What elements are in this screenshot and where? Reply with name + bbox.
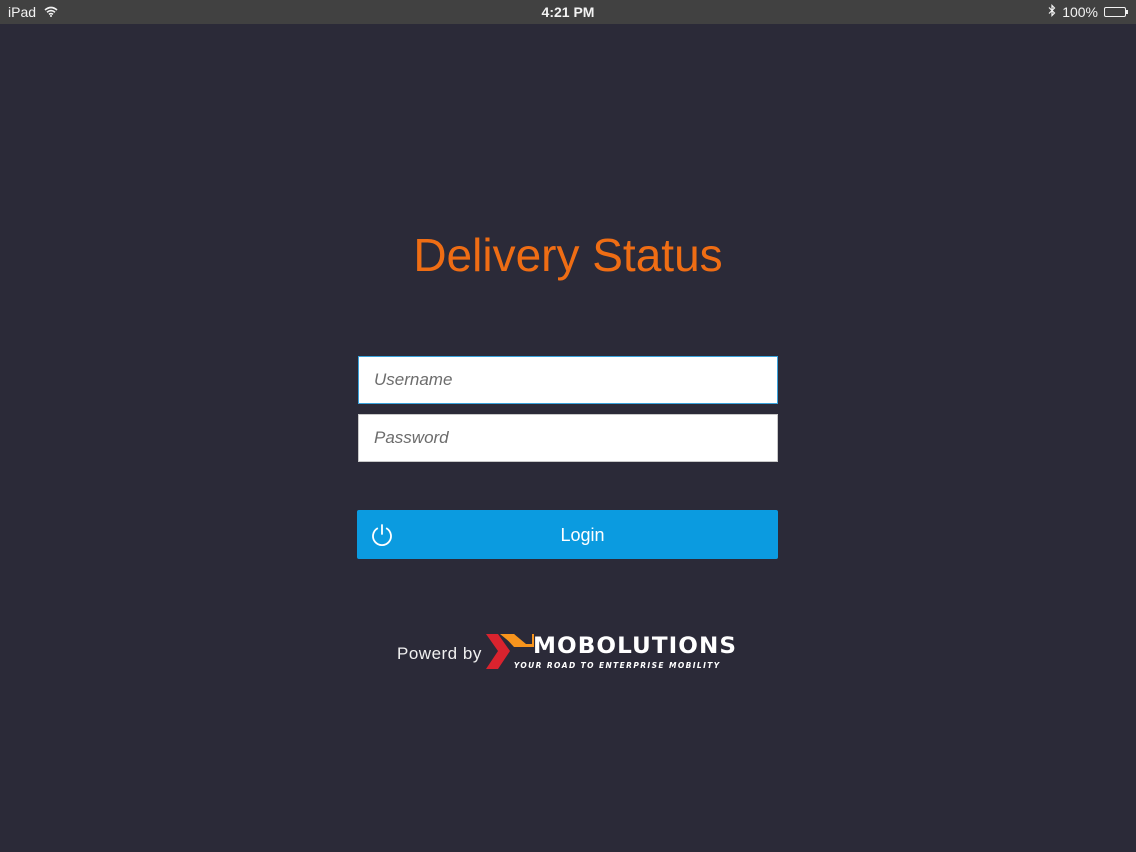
logo-brand: MOBOLUTIONS xyxy=(532,634,737,659)
powered-by-text: Powerd by xyxy=(397,644,482,663)
status-bar: iPad 4:21 PM 100% xyxy=(0,0,1136,24)
username-field[interactable] xyxy=(358,356,778,404)
mobolutions-logo: MOBOLUTIONS YOUR ROAD TO ENTERPRISE MOBI… xyxy=(485,634,741,672)
battery-percent: 100% xyxy=(1062,4,1098,20)
login-label: Login xyxy=(560,525,605,545)
app-title: Delivery Status xyxy=(413,229,723,281)
logo-tagline: YOUR ROAD TO ENTERPRISE MOBILITY xyxy=(513,661,721,670)
battery-icon xyxy=(1104,7,1128,17)
status-right: 100% xyxy=(1048,4,1128,20)
status-time: 4:21 PM xyxy=(541,4,595,20)
powered-by: Powerd by MOBOLUTIONS YOUR ROAD TO ENTER… xyxy=(397,633,741,673)
password-field[interactable] xyxy=(358,414,778,462)
bluetooth-icon xyxy=(1048,4,1056,20)
login-screen: iPad 4:21 PM 100% Delivery Status Userna… xyxy=(0,0,1136,852)
login-button[interactable]: Login xyxy=(357,510,778,559)
